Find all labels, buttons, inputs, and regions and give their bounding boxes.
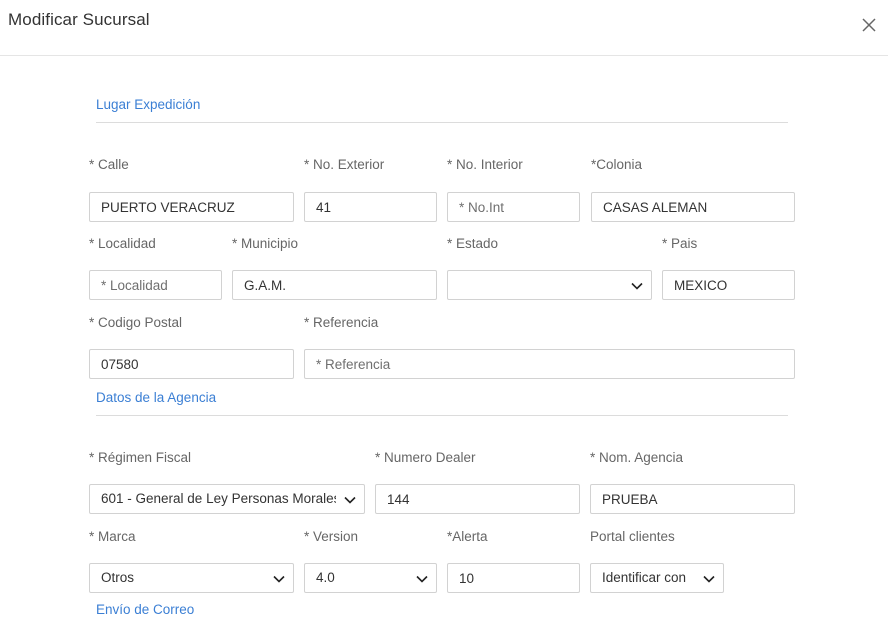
calle-label: * Calle [89,157,129,172]
numero-dealer-input[interactable] [375,484,580,514]
modal-title: Modificar Sucursal [8,10,150,29]
nom-agencia-input[interactable] [590,484,795,514]
version-label: * Version [304,529,359,544]
municipio-label: * Municipio [232,236,299,251]
portal-clientes-select[interactable]: Identificar con [590,563,724,593]
estado-label: * Estado [447,236,499,251]
nom-agencia-label: * Nom. Agencia [590,450,684,465]
pais-label: * Pais [662,236,698,251]
section-divider [96,415,788,416]
calle-input[interactable] [89,192,294,222]
colonia-label: *Colonia [591,157,643,172]
version-select[interactable]: 4.0 [304,563,437,593]
marca-select[interactable]: Otros [89,563,294,593]
close-icon[interactable] [859,15,879,35]
chevron-down-icon [416,575,428,583]
no-interior-label: * No. Interior [447,157,523,172]
no-exterior-input[interactable] [304,192,437,222]
portal-clientes-select-value: Identificar con [602,570,687,585]
chevron-down-icon [344,496,356,504]
regimen-fiscal-select-value: 601 - General de Ley Personas Morales [101,491,336,506]
codigo-postal-label: * Codigo Postal [89,315,183,330]
alerta-input[interactable] [447,563,580,593]
chevron-down-icon [273,575,285,583]
estado-select[interactable] [447,270,652,300]
section-divider [96,122,788,123]
referencia-label: * Referencia [304,315,379,330]
chevron-down-icon [631,282,643,290]
numero-dealer-label: * Numero Dealer [375,450,476,465]
regimen-fiscal-label: * Régimen Fiscal [89,450,192,465]
portal-clientes-label: Portal clientes [590,529,675,544]
pais-input[interactable] [662,270,795,300]
marca-select-value: Otros [101,570,135,585]
localidad-label: * Localidad [89,236,156,251]
referencia-input[interactable] [304,349,795,379]
colonia-input[interactable] [591,192,795,222]
municipio-input[interactable] [232,270,437,300]
section-title-envio-correo: Envío de Correo [96,602,195,617]
version-select-value: 4.0 [316,570,335,585]
section-title-lugar-expedicion: Lugar Expedición [96,97,201,112]
regimen-fiscal-select[interactable]: 601 - General de Ley Personas Morales [89,484,365,514]
chevron-down-icon [703,575,715,583]
alerta-label: *Alerta [447,529,488,544]
modal-header: Modificar Sucursal [0,0,888,56]
no-exterior-label: * No. Exterior [304,157,385,172]
no-interior-input[interactable] [447,192,580,222]
marca-label: * Marca [89,529,136,544]
localidad-input[interactable] [89,270,222,300]
codigo-postal-input[interactable] [89,349,294,379]
section-title-datos-agencia: Datos de la Agencia [96,390,217,405]
